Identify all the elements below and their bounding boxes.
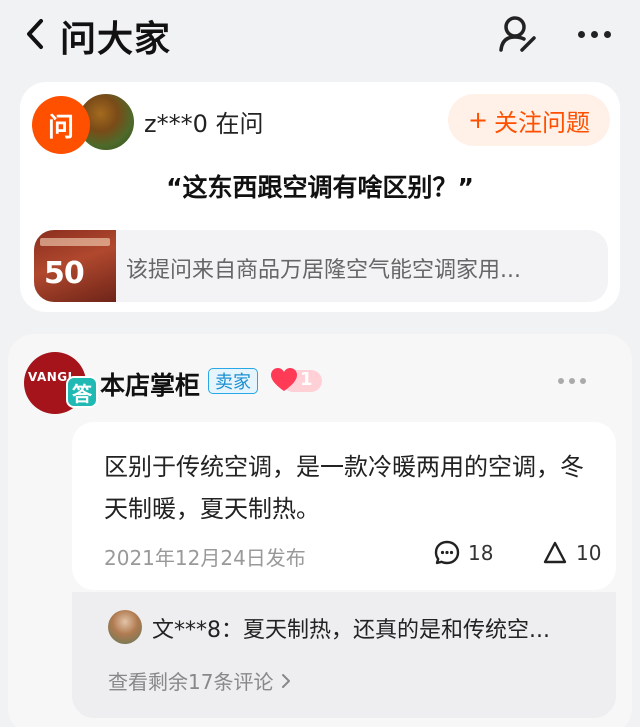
thumb-number: 50 [44,256,85,291]
like-button[interactable]: 10 [542,540,601,566]
more-dot [590,30,598,38]
commenter-avatar [108,610,142,644]
back-button[interactable] [24,14,54,54]
plus-icon: + [467,106,489,134]
top-bar: 问大家 [0,0,640,72]
profile-button[interactable] [498,14,538,54]
asker-name: z***0 在问 [144,110,264,138]
more-button[interactable] [572,14,616,54]
ask-badge: 问 [32,96,90,154]
seller-tag: 卖家 [208,368,258,394]
question-text: “这东西跟空调有啥区别？” [166,173,474,202]
more-dot [569,378,575,384]
comment-section: 文***8：夏天制热，还真的是和传统空... 查看剩余17条评论 [72,592,616,718]
like-count: 10 [576,541,602,565]
more-dot [603,30,611,38]
page-title: 问大家 [60,19,172,60]
follow-question-button[interactable]: + 关注问题 [448,94,610,146]
thumb-up-icon [543,541,567,564]
answer-card: VANGL 答 本店掌柜 卖家 1 区别于传统空调，是一款冷暖两用的空调，冬天制… [8,334,632,727]
heart-icon [271,368,297,391]
comment-button[interactable]: 18 [434,540,493,566]
follow-label: 关注问题 [494,108,591,137]
chevron-right-icon [282,673,291,688]
question-card: 问 z***0 在问 + 关注问题 “这东西跟空调有啥区别？” 50 该提问来自… [20,82,620,312]
heart-count: 1 [300,369,313,390]
shop-name: 本店掌柜 [100,371,201,400]
comment-count: 18 [468,541,494,565]
comment-preview[interactable]: 文***8：夏天制热，还真的是和传统空... [152,612,550,644]
view-more-comments-link[interactable]: 查看剩余17条评论 [108,666,291,695]
answer-badge: 答 [66,376,98,408]
thumb-banner [40,238,110,246]
answer-more-button[interactable] [558,378,588,388]
answer-date: 2021年12月24日发布 [104,546,306,570]
answer-bubble: 区别于传统空调，是一款冷暖两用的空调，冬天制暖，夏天制热。 2021年12月24… [72,422,616,590]
product-thumbnail: 50 [34,230,116,302]
view-more-label: 查看剩余17条评论 [108,670,274,694]
comment-icon [434,540,460,565]
chevron-left-icon [27,19,43,49]
heart-level-badge: 1 [270,366,326,394]
user-edit-icon [499,16,536,52]
product-source-link[interactable]: 50 该提问来自商品万居隆空气能空调家用... [34,230,608,302]
more-dot [580,378,586,384]
page: 问大家 问 z***0 在问 + 关注问题 “这东西跟空调有啥区别？” 50 该… [0,0,640,727]
more-dot [577,30,585,38]
product-source-text: 该提问来自商品万居隆空气能空调家用... [126,258,521,283]
more-dot [558,378,564,384]
answer-text: 区别于传统空调，是一款冷暖两用的空调，冬天制暖，夏天制热。 [104,453,584,523]
